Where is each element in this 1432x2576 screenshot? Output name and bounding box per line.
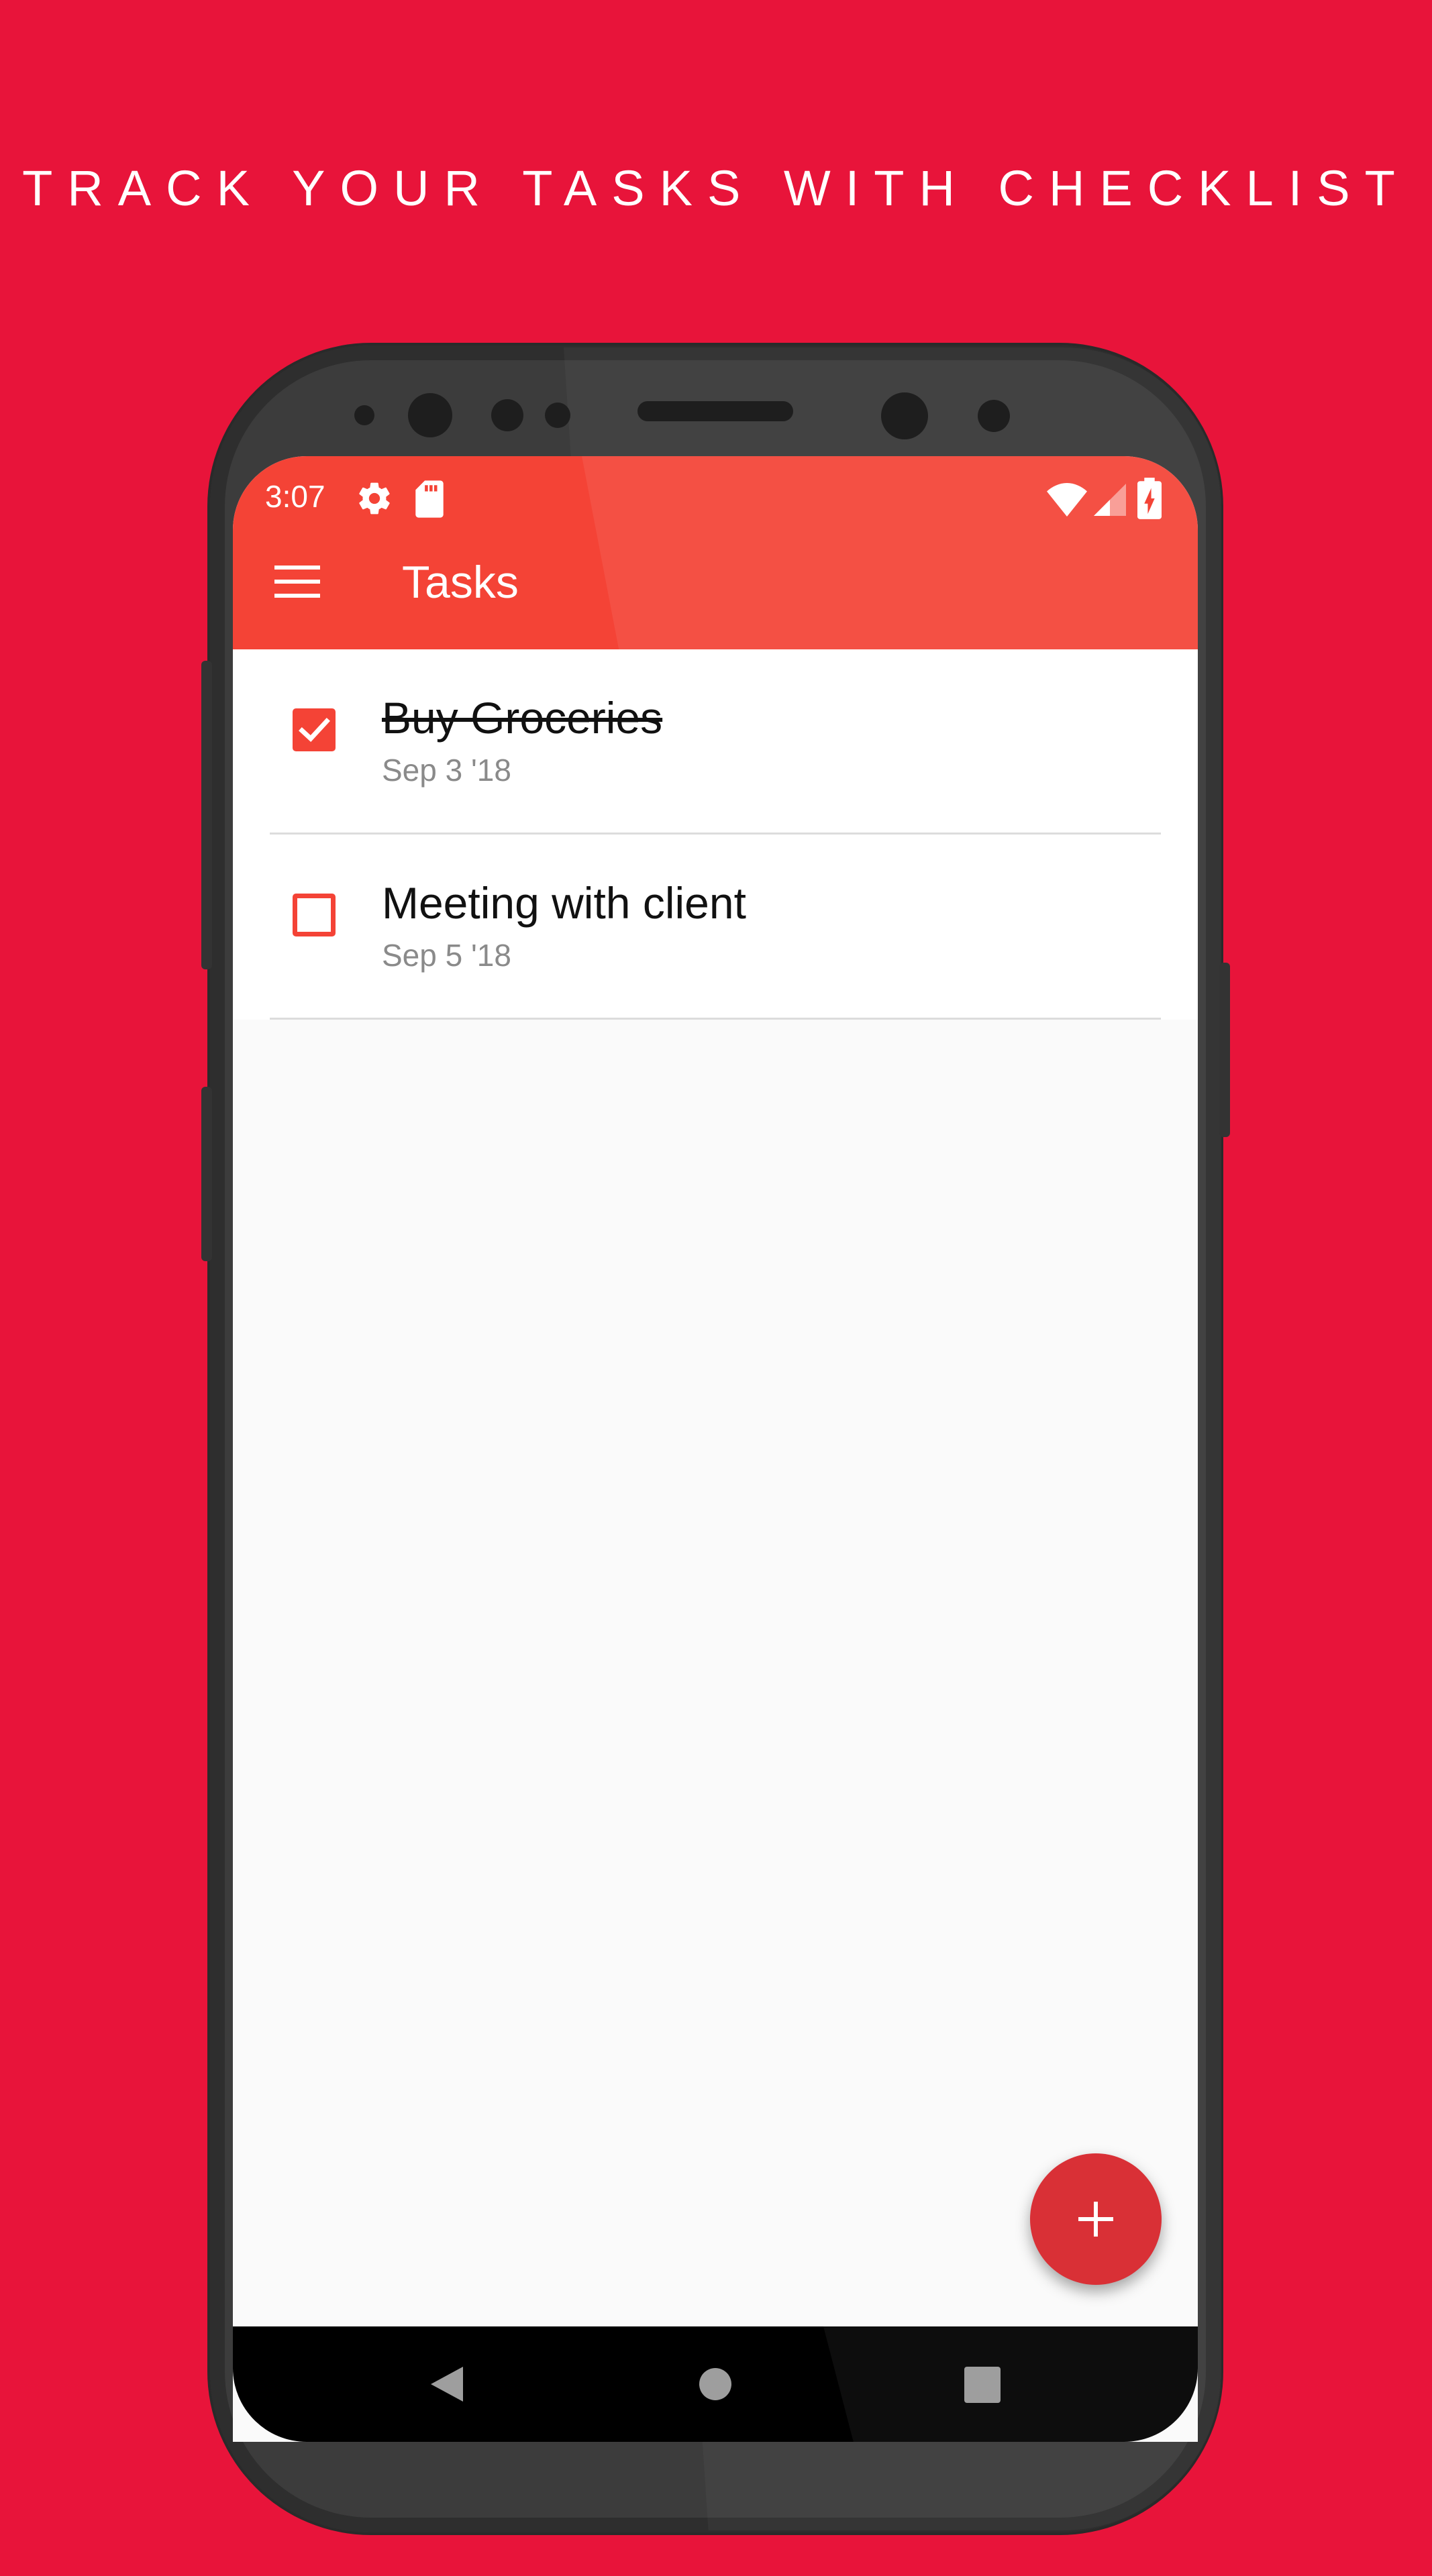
system-nav-bar [233, 2326, 1198, 2442]
divider [270, 1018, 1161, 1020]
app-bar: 3:07 Tasks [233, 456, 1198, 649]
recents-square-icon[interactable] [964, 2367, 1001, 2403]
phone-left-button-bottom [201, 1087, 212, 1261]
task-title: Meeting with client [382, 878, 746, 928]
sensor-dot [545, 402, 570, 428]
task-date: Sep 3 '18 [382, 753, 511, 788]
task-item[interactable]: Buy Groceries Sep 3 '18 [233, 649, 1198, 835]
home-circle-icon[interactable] [698, 2367, 733, 2402]
plus-icon [1078, 2202, 1113, 2237]
battery-charging-icon [1137, 478, 1162, 519]
checkmark-icon [299, 718, 330, 742]
task-title: Buy Groceries [382, 693, 663, 743]
sensor-dot [354, 405, 374, 425]
front-camera-icon [408, 393, 452, 437]
promo-headline: TRACK YOUR TASKS WITH CHECKLIST [22, 160, 1410, 216]
sensor-dot [491, 399, 523, 431]
hamburger-menu-icon[interactable] [274, 566, 320, 598]
gear-icon [359, 482, 390, 515]
sensor-dot [978, 400, 1010, 432]
task-checkbox-unchecked[interactable] [293, 894, 336, 936]
phone-screen: 3:07 Tasks Buy Groceries Sep 3 '18 Meeti… [233, 456, 1198, 2442]
nav-bar-sheen [823, 2326, 1198, 2442]
front-camera-icon [881, 392, 928, 439]
task-item[interactable]: Meeting with client Sep 5 '18 [233, 835, 1198, 1020]
earpiece-speaker [637, 401, 793, 421]
wifi-icon [1047, 483, 1087, 517]
add-task-button[interactable] [1030, 2153, 1162, 2285]
phone-left-button-top [201, 661, 212, 969]
sd-card-icon [415, 480, 444, 518]
page-title: Tasks [402, 557, 519, 608]
phone-right-button [1219, 963, 1230, 1137]
back-triangle-icon[interactable] [428, 2364, 466, 2404]
task-date: Sep 5 '18 [382, 938, 511, 973]
cell-signal-icon [1094, 484, 1126, 516]
status-time: 3:07 [265, 479, 325, 514]
task-checkbox-checked[interactable] [293, 708, 336, 751]
